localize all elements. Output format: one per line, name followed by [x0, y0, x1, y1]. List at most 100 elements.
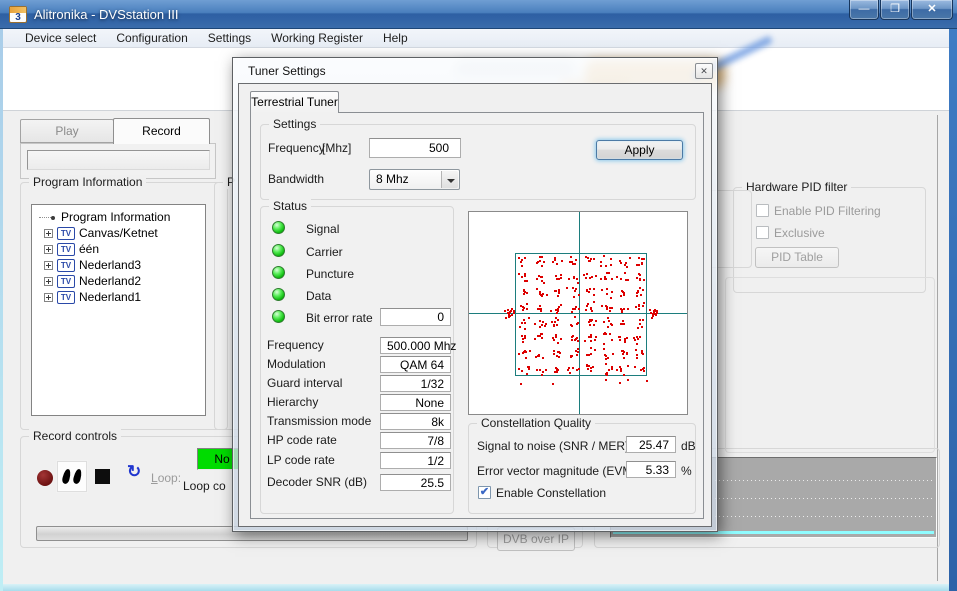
bandwidth-select[interactable]: 8 Mhz [369, 169, 460, 190]
dialog-close-button[interactable]: ✕ [695, 63, 713, 79]
record-button[interactable] [37, 470, 53, 486]
status-field-value: 25.5 [380, 474, 451, 491]
constellation-dot [524, 274, 527, 277]
enable-constellation-checkbox[interactable]: ✔ [478, 486, 491, 499]
constellation-dot [550, 310, 553, 313]
constellation-dot [648, 308, 651, 311]
constellation-dot [560, 338, 563, 340]
apply-button[interactable]: Apply [596, 140, 683, 160]
constellation-dot [574, 316, 577, 319]
constellation-dot [640, 293, 642, 296]
constellation-dot [636, 292, 639, 295]
loop-count-label: Loop co [183, 479, 226, 493]
constellation-dot [570, 324, 573, 327]
constellation-dot [638, 319, 641, 321]
tab-record[interactable]: Record [113, 118, 210, 144]
constellation-dot [609, 296, 612, 299]
constellation-dot [542, 356, 545, 359]
exclusive-label: Exclusive [774, 226, 825, 240]
signal-led [272, 221, 285, 234]
menu-device-select[interactable]: Device select [15, 31, 106, 45]
expand-plus-icon[interactable] [44, 292, 53, 302]
loop-icon[interactable]: ↻ [127, 462, 141, 482]
tab-terrestrial-tuner[interactable]: Terrestrial Tuner [250, 91, 339, 113]
constellation-dot [584, 340, 587, 343]
window-titlebar: 3 Alitronika - DVSstation III — ❒ ✕ [0, 0, 957, 29]
menu-bar: Device select Configuration Settings Wor… [3, 29, 949, 48]
status-legend: Status [269, 199, 312, 213]
constellation-dot [585, 364, 588, 367]
constellation-dot [568, 261, 571, 264]
data-led [272, 288, 285, 301]
constellation-dot [638, 287, 641, 290]
constellation-dot [653, 311, 656, 314]
tree-row-channel[interactable]: TV Nederland3 [37, 257, 205, 273]
menu-configuration[interactable]: Configuration [106, 31, 197, 45]
record-status-bar [27, 150, 210, 170]
constellation-dot [551, 261, 554, 264]
constellation-dot [539, 292, 542, 295]
constellation-dot [504, 316, 507, 319]
frequency-input[interactable]: 500 [369, 138, 461, 158]
constellation-dot [611, 290, 613, 293]
constellation-dot [518, 368, 521, 370]
stop-button[interactable] [95, 469, 110, 484]
exclusive-checkbox[interactable] [756, 226, 769, 239]
constellation-dot [557, 291, 560, 294]
tree-row-channel[interactable]: TV Nederland2 [37, 273, 205, 289]
program-tree: Program Information TV Canvas/Ketnet TV … [31, 204, 206, 416]
status-group: Status Signal Carrier Puncture Data Bit … [260, 199, 456, 514]
expand-plus-icon[interactable] [44, 276, 53, 286]
maximize-button[interactable]: ❒ [880, 0, 910, 20]
constellation-dot [608, 309, 611, 312]
constellation-dot [638, 305, 641, 308]
constellation-dot [605, 371, 608, 374]
tree-row-channel[interactable]: TV Canvas/Ketnet [37, 225, 205, 241]
constellation-dot [626, 265, 629, 268]
dialog-client-area: Terrestrial Tuner Settings Frequency [Mh… [238, 83, 712, 527]
constellation-dot [589, 288, 592, 291]
pid-table-button[interactable]: PID Table [755, 247, 839, 268]
close-button[interactable]: ✕ [911, 0, 953, 20]
constellation-dot [605, 363, 608, 365]
chevron-down-icon[interactable] [441, 171, 458, 188]
constellation-dot [541, 337, 544, 340]
constellation-dot [586, 272, 589, 275]
constellation-dot [603, 343, 606, 346]
constellation-dot [554, 257, 557, 260]
menu-working-register[interactable]: Working Register [261, 31, 373, 45]
constellation-dot [639, 369, 642, 372]
evm-unit: % [681, 464, 692, 478]
constellation-dot [553, 353, 556, 356]
constellation-dot [611, 353, 614, 356]
constellation-dot [555, 371, 558, 374]
constellation-dot [589, 260, 592, 262]
tab-play[interactable]: Play [20, 119, 114, 143]
constellation-dot [575, 337, 578, 340]
constellation-dot [556, 342, 559, 345]
expand-plus-icon[interactable] [44, 228, 53, 238]
pause-button[interactable] [57, 461, 87, 492]
tree-row-channel[interactable]: TV één [37, 241, 205, 257]
constellation-dot [554, 275, 557, 278]
window-border-bottom [3, 584, 949, 591]
tree-row-channel[interactable]: TV Nederland1 [37, 289, 205, 305]
constellation-dot [537, 261, 539, 264]
menu-help[interactable]: Help [373, 31, 418, 45]
menu-settings[interactable]: Settings [198, 31, 261, 45]
constellation-dot [635, 354, 638, 356]
constellation-dot [634, 366, 637, 369]
constellation-dot [576, 339, 579, 342]
constellation-dot [577, 367, 580, 370]
expand-plus-icon[interactable] [44, 244, 53, 254]
enable-pid-filtering-checkbox[interactable] [756, 204, 769, 217]
constellation-dot [604, 264, 607, 267]
bit-error-rate-value: 0 [380, 308, 451, 326]
constellation-dot [637, 327, 640, 329]
minimize-button[interactable]: — [849, 0, 879, 20]
expand-plus-icon[interactable] [44, 260, 53, 270]
constellation-dot [611, 338, 613, 341]
tree-root-row[interactable]: Program Information [37, 209, 205, 225]
constellation-dot [526, 372, 528, 375]
constellation-dot [572, 367, 575, 370]
